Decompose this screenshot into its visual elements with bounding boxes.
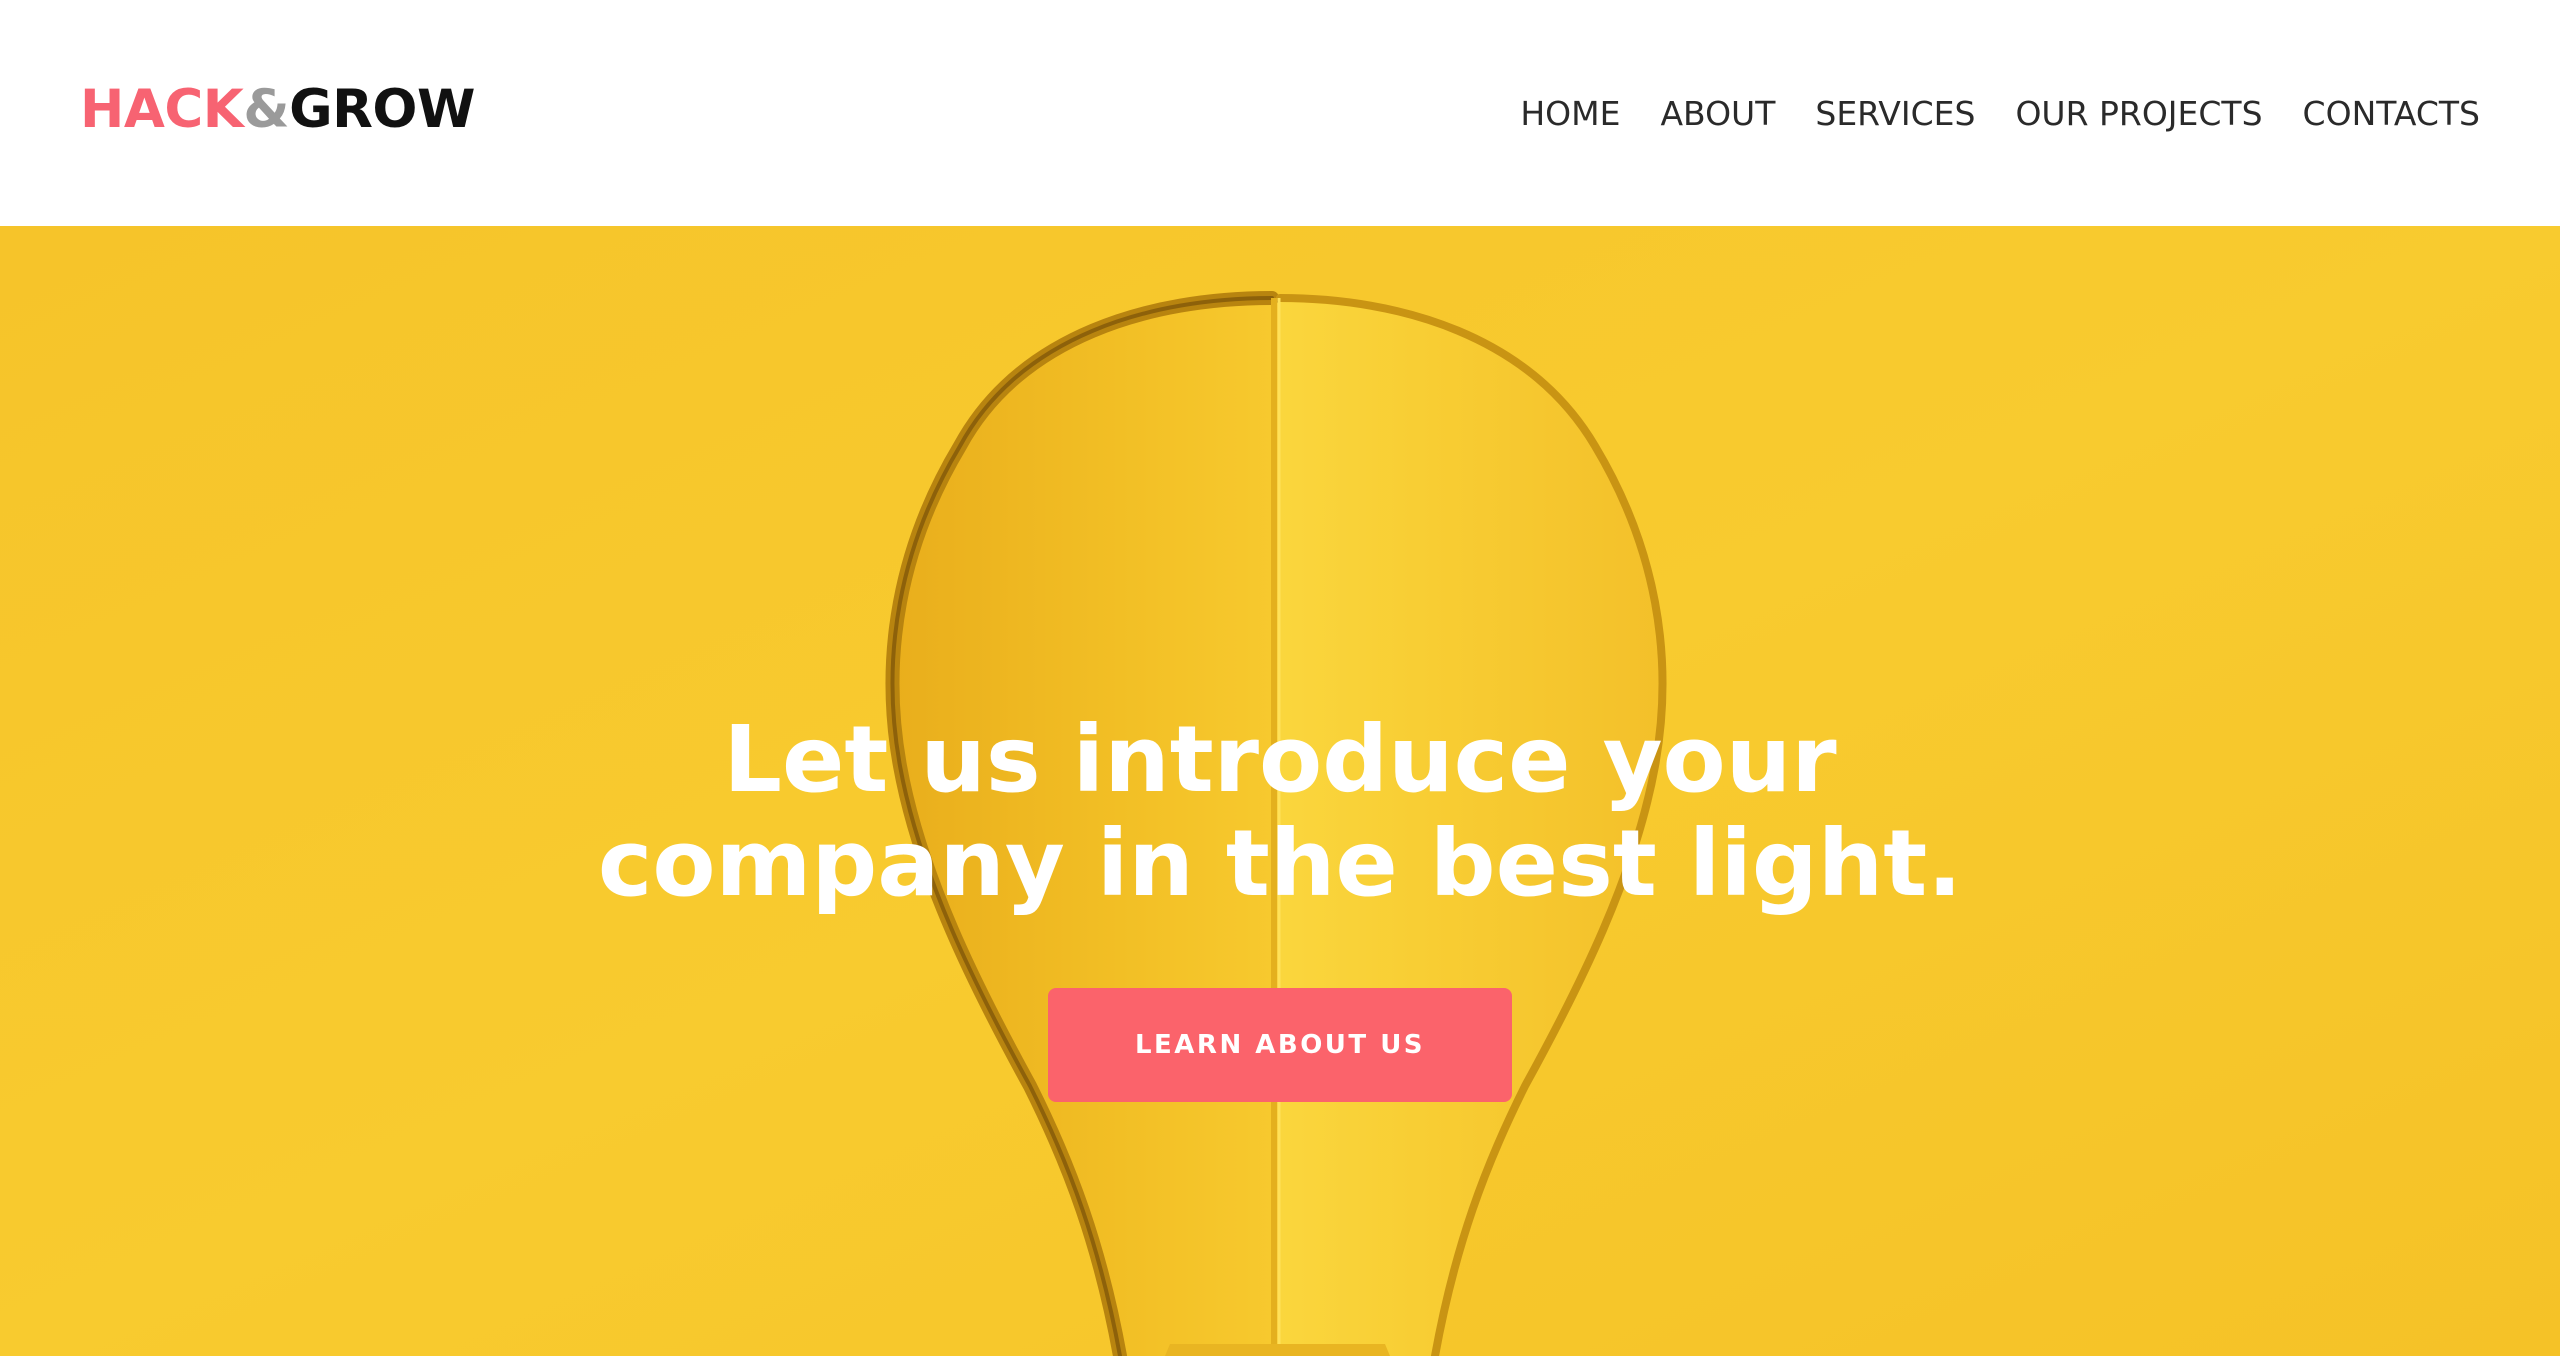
site-logo[interactable]: HACK & GROW: [80, 78, 475, 142]
learn-about-us-button[interactable]: LEARN ABOUT US: [1048, 988, 1512, 1102]
logo-ampersand: &: [243, 79, 290, 140]
logo-text-hack: HACK: [80, 79, 244, 140]
hero-section: Let us introduce your company in the bes…: [0, 226, 2560, 1356]
main-nav: HOME ABOUT SERVICES OUR PROJECTS CONTACT…: [1520, 88, 2480, 140]
nav-item-services[interactable]: SERVICES: [1815, 88, 1975, 140]
hero-title: Let us introduce your company in the bes…: [480, 708, 2080, 916]
page: HACK & GROW HOME ABOUT SERVICES OUR PROJEC…: [0, 0, 2560, 1356]
logo-text-grow: GROW: [289, 79, 475, 140]
nav-item-our-projects[interactable]: OUR PROJECTS: [2015, 88, 2262, 140]
nav-item-home[interactable]: HOME: [1520, 88, 1620, 140]
hero-title-line-1: Let us introduce your: [723, 706, 1837, 813]
hero-title-line-2: company in the best light.: [597, 810, 1963, 917]
nav-item-about[interactable]: ABOUT: [1660, 88, 1775, 140]
site-header: HACK & GROW HOME ABOUT SERVICES OUR PROJEC…: [0, 0, 2560, 226]
nav-item-contacts[interactable]: CONTACTS: [2303, 88, 2480, 140]
